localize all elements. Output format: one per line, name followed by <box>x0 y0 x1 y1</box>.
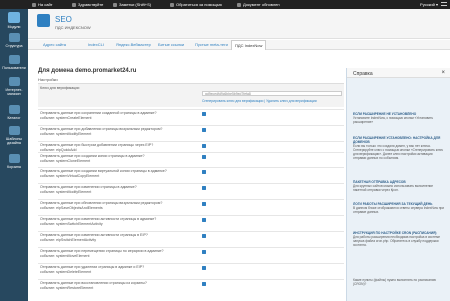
settings-row: Отправлять данные при удалении страницы … <box>38 263 344 279</box>
help-section-body: Установите IndexNow, с помощью кнопки «У… <box>353 116 434 124</box>
tab-site-address[interactable]: Адрес сайта <box>43 42 66 47</box>
settings-label: Настройки <box>38 77 58 82</box>
help-section-body: Для работы расширения необходима настрой… <box>353 235 441 247</box>
help-section-body: В данном блоке отображаются ответы серве… <box>353 206 445 214</box>
top-bar: На сайт Здравствуйте Заметки (Shift+S) О… <box>0 0 450 9</box>
tab-indexcli[interactable]: IndexCLI <box>88 42 104 47</box>
verification-key-row: Ключ для верификации gd9ecedfd9c6bbe5b9e… <box>38 83 344 107</box>
verification-key-links[interactable]: Сгенерировать ключ для верификации | Уда… <box>202 99 317 103</box>
home-icon <box>32 2 36 7</box>
help-section-body: Если вы только что создали домен, у вас … <box>353 144 444 160</box>
sidebar-item-users[interactable]: Пользователи <box>0 55 28 70</box>
settings-row: Отправлять данные при добавлении страниц… <box>38 125 344 141</box>
settings-row-label: Отправлять данные при обновлении страниц… <box>40 201 163 210</box>
page-subtitle: ПДС ИНДЕКСNOW <box>55 25 91 30</box>
sidebar: Модули Структура Пользователи Интернет-м… <box>0 9 28 301</box>
help-section-body: Для крупных сайтов можно использовать вы… <box>353 184 434 192</box>
settings-row: Отправлять данные при создании копии стр… <box>38 152 344 167</box>
catalog-icon <box>8 105 20 114</box>
cart-icon <box>8 77 20 86</box>
sidebar-item-modules[interactable]: Модули <box>0 12 28 29</box>
help-header: Справка × <box>347 68 450 78</box>
settings-row-label: Отправлять данные при удалении страницы … <box>40 265 145 274</box>
settings-checkbox[interactable] <box>202 112 206 116</box>
settings-row-label: Отправлять данные при изменении активнос… <box>40 233 148 242</box>
tab-empty-meta[interactable]: Пустые meta-теги <box>195 42 228 47</box>
main-content: Для домена demo.promarket24.ru Настройки… <box>28 51 346 301</box>
settings-row: Отправлять данные при быстром добавлении… <box>38 141 344 152</box>
tab-bar: Адрес сайта IndexCLI Яндекс.Вебмастер Би… <box>28 40 450 50</box>
verification-key-label: Ключ для верификации <box>40 86 80 90</box>
settings-row: Отправлять данные при восстановлении стр… <box>38 279 344 295</box>
help-section: Пакетная отправка адресов Для крупных сай… <box>353 180 445 192</box>
settings-checkbox[interactable] <box>202 155 206 159</box>
settings-row-label: Отправлять данные при изменении страницы… <box>40 185 137 194</box>
settings-row: Отправлять данные при перемещении страни… <box>38 247 344 263</box>
settings-row-label: Отправлять данные при сохранении созданн… <box>40 111 157 120</box>
topbar-doc[interactable]: Документ обновлен <box>237 2 280 7</box>
topbar-notes[interactable]: Заметки (Shift+S) <box>113 2 151 7</box>
doc-icon <box>237 2 241 7</box>
settings-checkbox[interactable] <box>202 202 206 206</box>
help-section: Если расширение установлено: настройка д… <box>353 136 445 160</box>
settings-row: Отправлять данные при создании виртуальн… <box>38 167 344 183</box>
sidebar-item-structure[interactable]: Структура <box>0 33 28 48</box>
users-icon <box>8 55 20 64</box>
tab-indexnow[interactable]: ПДС IndexNow <box>231 40 267 50</box>
tab-yandex-webmaster[interactable]: Яндекс.Вебмастер <box>116 42 151 47</box>
verification-key-field[interactable]: gd9ecedfd9c6bbe5b9ed7fefa8 <box>202 91 342 96</box>
tab-broken-links[interactable]: Битые ссылки <box>158 42 184 47</box>
help-section: Какие пункты (файлы) нужно выполнять по … <box>353 278 445 286</box>
settings-row-label: Отправлять данные при добавлении страниц… <box>40 127 163 136</box>
settings-checkbox[interactable] <box>202 266 206 270</box>
settings-checkbox[interactable] <box>202 144 206 148</box>
help-section: Инструкция по настройке CRON (расписания… <box>353 231 445 247</box>
settings-row-label: Отправлять данные при создании копии стр… <box>40 154 145 163</box>
settings-row: Отправлять данные при сохранении созданн… <box>38 109 344 125</box>
settings-checkbox[interactable] <box>202 218 206 222</box>
structure-icon <box>8 33 20 42</box>
topbar-user[interactable]: Здравствуйте <box>72 2 103 7</box>
help-panel: Справка × Если расширение не установлено… <box>346 68 450 301</box>
topbar-help[interactable]: Обратиться за помощью <box>170 2 222 7</box>
seo-module-icon <box>37 14 50 27</box>
modules-icon <box>8 12 20 23</box>
notes-icon <box>113 2 117 7</box>
help-section-body: Какие пункты (файлы) нужно выполнять по … <box>353 278 436 286</box>
help-icon <box>170 2 174 7</box>
menu-icon[interactable] <box>441 2 447 6</box>
user-icon <box>72 2 76 7</box>
settings-row-label: Отправлять данные при изменении активнос… <box>40 217 157 226</box>
settings-row: Отправлять данные при обновлении страниц… <box>38 199 344 215</box>
settings-row-label: Отправлять данные при перемещении страни… <box>40 249 164 258</box>
help-section-title: Если расширение установлено: настройка д… <box>353 136 441 144</box>
settings-checkbox[interactable] <box>202 250 206 254</box>
templates-icon <box>8 126 20 135</box>
domain-title: Для домена demo.promarket24.ru <box>38 68 137 74</box>
page-header: SEO ПДС ИНДЕКСNOW <box>28 9 450 39</box>
close-icon[interactable]: × <box>441 70 445 76</box>
settings-checkbox[interactable] <box>202 282 206 286</box>
sidebar-item-trash[interactable]: Корзина <box>0 154 28 169</box>
help-section: Если расширение не установлено Установите… <box>353 112 445 124</box>
topbar-site-link[interactable]: На сайт <box>32 2 53 7</box>
settings-row: Отправлять данные при изменении активнос… <box>38 231 344 247</box>
sidebar-item-shop[interactable]: Интернет-магазин <box>0 77 28 96</box>
settings-row-label: Отправлять данные при создании виртуальн… <box>40 169 167 178</box>
settings-row: Отправлять данные при изменении страницы… <box>38 183 344 199</box>
page-title: SEO <box>55 15 72 24</box>
settings-checkbox[interactable] <box>202 170 206 174</box>
help-title: Справка <box>353 71 373 77</box>
settings-row-label: Отправлять данные при восстановлении стр… <box>40 281 147 290</box>
sidebar-item-templates[interactable]: Шаблоны дизайна <box>0 126 28 145</box>
sidebar-item-catalog[interactable]: Каталог <box>0 105 28 120</box>
settings-row-label: Отправлять данные при быстром добавлении… <box>40 143 154 152</box>
settings-checkbox[interactable] <box>202 186 206 190</box>
settings-row: Отправлять данные при изменении активнос… <box>38 215 344 231</box>
settings-checkbox[interactable] <box>202 128 206 132</box>
settings-checkbox[interactable] <box>202 234 206 238</box>
help-section: Логи работы расширения за текущий день В … <box>353 202 445 214</box>
trash-icon <box>8 154 20 163</box>
language-select[interactable]: Русский ▾ <box>420 2 438 7</box>
